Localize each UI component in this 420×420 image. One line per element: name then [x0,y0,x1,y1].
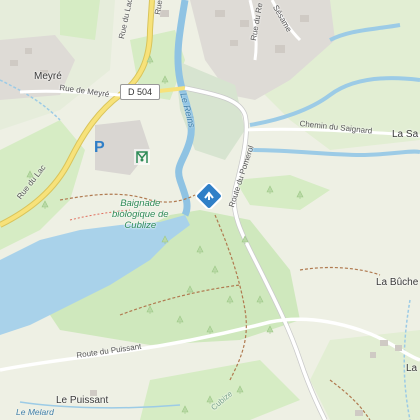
tree-icons-layer [26,55,304,414]
parking-icon[interactable]: P [94,140,110,156]
tree-icon [256,295,264,304]
water-label-le-melard: Le Melard [16,407,54,417]
tree-icon [181,405,189,414]
tree-icon [206,325,214,334]
location-marker-icon[interactable] [196,183,222,209]
poi-label-line-2: biologique de [112,209,169,220]
tree-icon [236,385,244,394]
tree-icon [196,245,204,254]
tree-icon [161,235,169,244]
tree-icon [146,305,154,314]
tree-icon [176,315,184,324]
tree-icon [241,235,249,244]
place-label-la-buche: La Bûche [376,277,419,288]
place-label-la-sa: La Sa [392,129,419,140]
poi-label-line-3: Cublize [124,220,157,231]
tree-icon [186,285,194,294]
place-label-la: La [406,363,418,374]
tree-icon [296,190,304,199]
place-label-meyre: Meyré [34,71,62,82]
playground-icon[interactable] [133,148,151,166]
place-label-le-puissant: Le Puissant [56,395,109,406]
poi-label-line-1: Baignade [120,198,161,209]
tree-icon [146,55,154,64]
poi-label-baignade: Baignade biologique de Cublize [112,198,169,231]
tree-icon [161,75,169,84]
tree-icon [266,325,274,334]
tree-icon [266,185,274,194]
map-canvas[interactable]: Meyré La Bûche Le Puissant La Sa La Rue … [0,0,420,420]
tree-icon [211,265,219,274]
tree-icon [41,200,49,209]
tree-icon [226,295,234,304]
road-shield-d504: D 504 [120,84,160,100]
